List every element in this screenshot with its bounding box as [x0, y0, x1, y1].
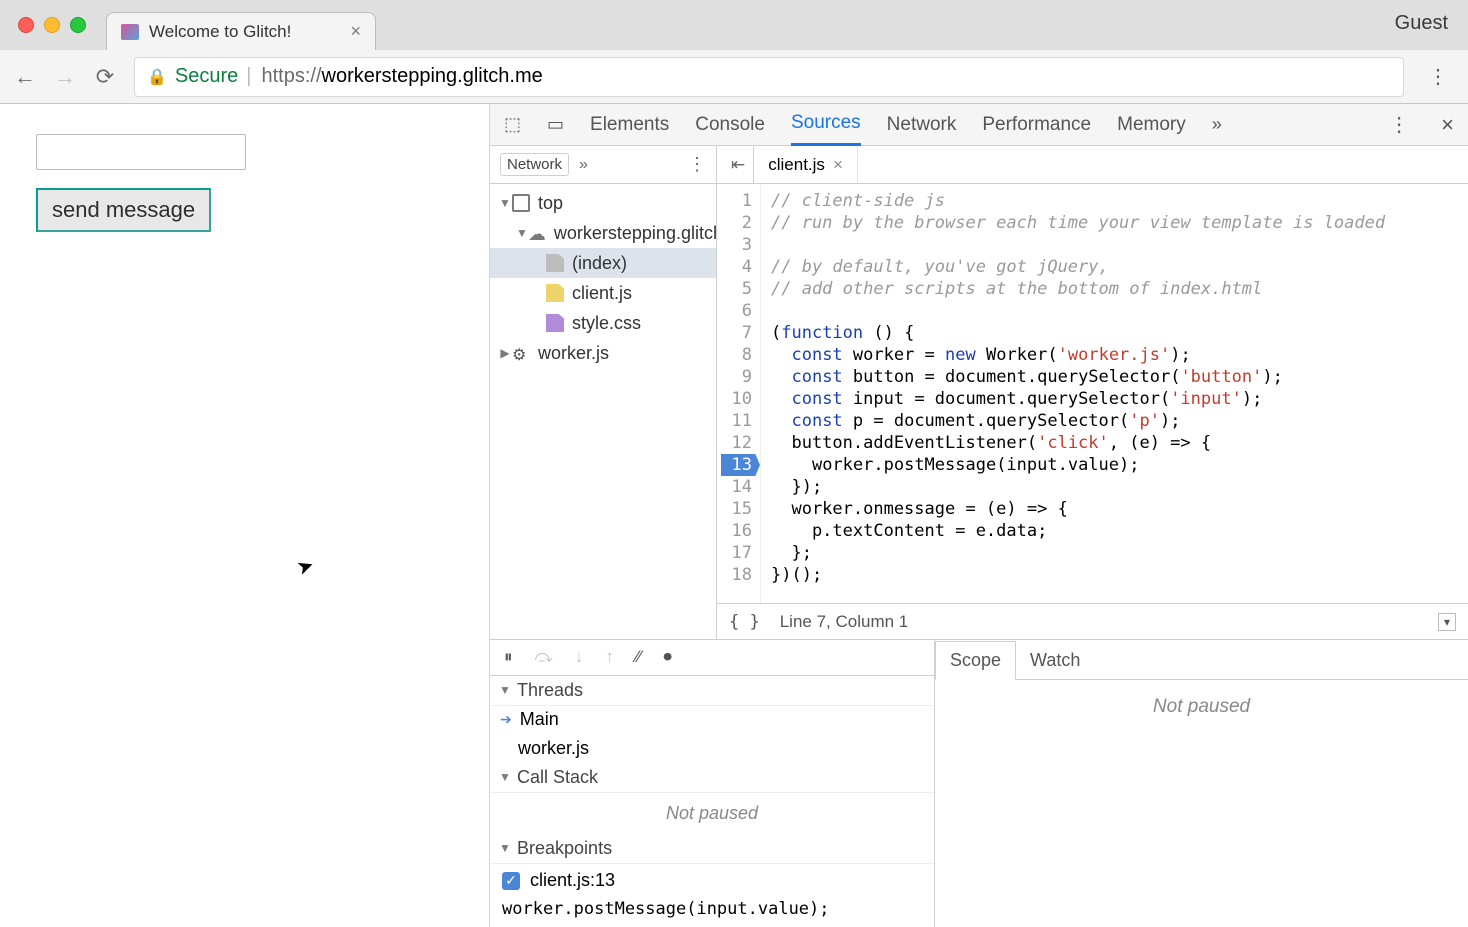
tab-elements[interactable]: Elements: [590, 104, 669, 146]
navigator-subpanel[interactable]: Network: [500, 153, 569, 176]
toolbar: ← → ⟳ 🔒 Secure | https://workerstepping.…: [0, 50, 1468, 104]
url-scheme: https://: [262, 65, 322, 88]
editor-tab-clientjs[interactable]: client.js ×: [754, 146, 858, 183]
navigator-menu-icon[interactable]: ⋮: [688, 154, 706, 175]
toggle-navigator-icon[interactable]: ⇤: [723, 146, 754, 183]
code-content[interactable]: // client-side js// run by the browser e…: [761, 184, 1395, 603]
file-tree: ▼top ▼workerstepping.glitch (index) clie…: [490, 184, 716, 639]
step-into-button[interactable]: ↓: [575, 647, 584, 667]
new-tab-affordance[interactable]: [376, 12, 404, 50]
reload-button[interactable]: ⟳: [94, 64, 116, 90]
thread-worker[interactable]: worker.js: [490, 734, 934, 762]
sources-body: Network » ⋮ ▼top ▼workerstepping.glitch …: [490, 146, 1468, 639]
coverage-toggle-icon[interactable]: ▾: [1438, 613, 1456, 631]
tab-watch[interactable]: Watch: [1016, 642, 1094, 679]
pretty-print-icon[interactable]: { }: [729, 612, 760, 632]
lock-icon: 🔒: [147, 67, 167, 87]
tab-list: Welcome to Glitch! ×: [106, 0, 404, 50]
tree-file-index[interactable]: (index): [490, 248, 716, 278]
tree-frame-top[interactable]: ▼top: [490, 188, 716, 218]
url-host: workerstepping.glitch.me: [322, 65, 543, 88]
tab-performance[interactable]: Performance: [982, 104, 1091, 146]
devtools-panel: ⬚ ▭ Elements Console Sources Network Per…: [490, 104, 1468, 927]
sources-navigator: Network » ⋮ ▼top ▼workerstepping.glitch …: [490, 146, 717, 639]
scope-tabbar: Scope Watch: [935, 640, 1468, 680]
step-out-button[interactable]: ↑: [605, 647, 614, 667]
mouse-cursor-icon: ➤: [293, 552, 317, 581]
line-gutter[interactable]: 123456789101112131415161718: [717, 184, 761, 603]
window-controls: [18, 17, 86, 33]
more-tabs-icon[interactable]: »: [1212, 114, 1222, 135]
page-viewport: send message ➤: [0, 104, 490, 927]
editor-status-bar: { } Line 7, Column 1 ▾: [717, 603, 1468, 639]
debugger-toolbar: ⏸ ⤼ ↓ ↑ ⁄⁄ ⏺: [490, 640, 934, 676]
back-button[interactable]: ←: [14, 64, 36, 90]
tab-scope[interactable]: Scope: [935, 641, 1016, 680]
maximize-window-button[interactable]: [70, 17, 86, 33]
cursor-position: Line 7, Column 1: [780, 612, 909, 632]
profile-guest-label[interactable]: Guest: [1395, 12, 1448, 35]
pause-button[interactable]: ⏸: [504, 647, 513, 667]
thread-main[interactable]: Main: [490, 706, 934, 734]
message-input[interactable]: [36, 134, 246, 170]
callstack-not-paused: Not paused: [490, 793, 934, 834]
source-editor: ⇤ client.js × 12345678910111213141516171…: [717, 146, 1468, 639]
tab-title: Welcome to Glitch!: [149, 22, 291, 42]
debugger-pane: ⏸ ⤼ ↓ ↑ ⁄⁄ ⏺ ▼ Threads Main worker.js ▼ …: [490, 639, 1468, 927]
device-toggle-icon[interactable]: ▭: [547, 114, 564, 135]
tree-domain[interactable]: ▼workerstepping.glitch: [490, 218, 716, 248]
browser-tab[interactable]: Welcome to Glitch! ×: [106, 12, 376, 50]
minimize-window-button[interactable]: [44, 17, 60, 33]
close-file-icon[interactable]: ×: [833, 155, 843, 175]
send-message-button[interactable]: send message: [36, 188, 211, 232]
threads-header[interactable]: ▼ Threads: [490, 676, 934, 706]
debugger-left: ⏸ ⤼ ↓ ↑ ⁄⁄ ⏺ ▼ Threads Main worker.js ▼ …: [490, 640, 935, 927]
favicon-icon: [121, 24, 139, 40]
address-bar[interactable]: 🔒 Secure | https://workerstepping.glitch…: [134, 57, 1404, 97]
breakpoint-row[interactable]: ✓ client.js:13: [490, 864, 934, 897]
browser-tab-strip: Welcome to Glitch! × Guest: [0, 0, 1468, 50]
tab-memory[interactable]: Memory: [1117, 104, 1186, 146]
tree-worker[interactable]: ▶worker.js: [490, 338, 716, 368]
tab-console[interactable]: Console: [695, 104, 765, 146]
devtools-menu-icon[interactable]: ⋮: [1383, 112, 1415, 137]
content-area: send message ➤ ⬚ ▭ Elements Console Sour…: [0, 104, 1468, 927]
close-window-button[interactable]: [18, 17, 34, 33]
breakpoint-location: client.js:13: [530, 870, 615, 891]
debugger-right: Scope Watch Not paused: [935, 640, 1468, 927]
expand-tabs-icon[interactable]: »: [579, 156, 588, 174]
separator: |: [246, 65, 251, 88]
callstack-header[interactable]: ▼ Call Stack: [490, 763, 934, 793]
breakpoint-checkbox[interactable]: ✓: [502, 872, 520, 890]
tab-sources[interactable]: Sources: [791, 104, 861, 146]
devtools-close-icon[interactable]: ×: [1441, 112, 1454, 138]
editor-tab-label: client.js: [768, 155, 825, 175]
breakpoint-preview: worker.postMessage(input.value);: [490, 897, 934, 927]
tab-network[interactable]: Network: [887, 104, 957, 146]
step-over-button[interactable]: ⤼: [535, 647, 553, 667]
inspect-element-icon[interactable]: ⬚: [504, 114, 521, 135]
secure-label: Secure: [175, 65, 238, 88]
navigator-top: Network » ⋮: [490, 146, 716, 184]
close-tab-icon[interactable]: ×: [350, 21, 361, 42]
tree-file-clientjs[interactable]: client.js: [490, 278, 716, 308]
editor-tab-bar: ⇤ client.js ×: [717, 146, 1468, 184]
pause-on-exceptions-button[interactable]: ⏺: [663, 647, 672, 667]
code-area[interactable]: 123456789101112131415161718 // client-si…: [717, 184, 1468, 603]
forward-button[interactable]: →: [54, 64, 76, 90]
scope-not-paused: Not paused: [935, 680, 1468, 734]
devtools-tab-bar: ⬚ ▭ Elements Console Sources Network Per…: [490, 104, 1468, 146]
breakpoints-header[interactable]: ▼ Breakpoints: [490, 834, 934, 864]
chrome-menu-icon[interactable]: ⋮: [1422, 64, 1454, 89]
deactivate-breakpoints-button[interactable]: ⁄⁄: [636, 647, 642, 667]
tree-file-stylecss[interactable]: style.css: [490, 308, 716, 338]
